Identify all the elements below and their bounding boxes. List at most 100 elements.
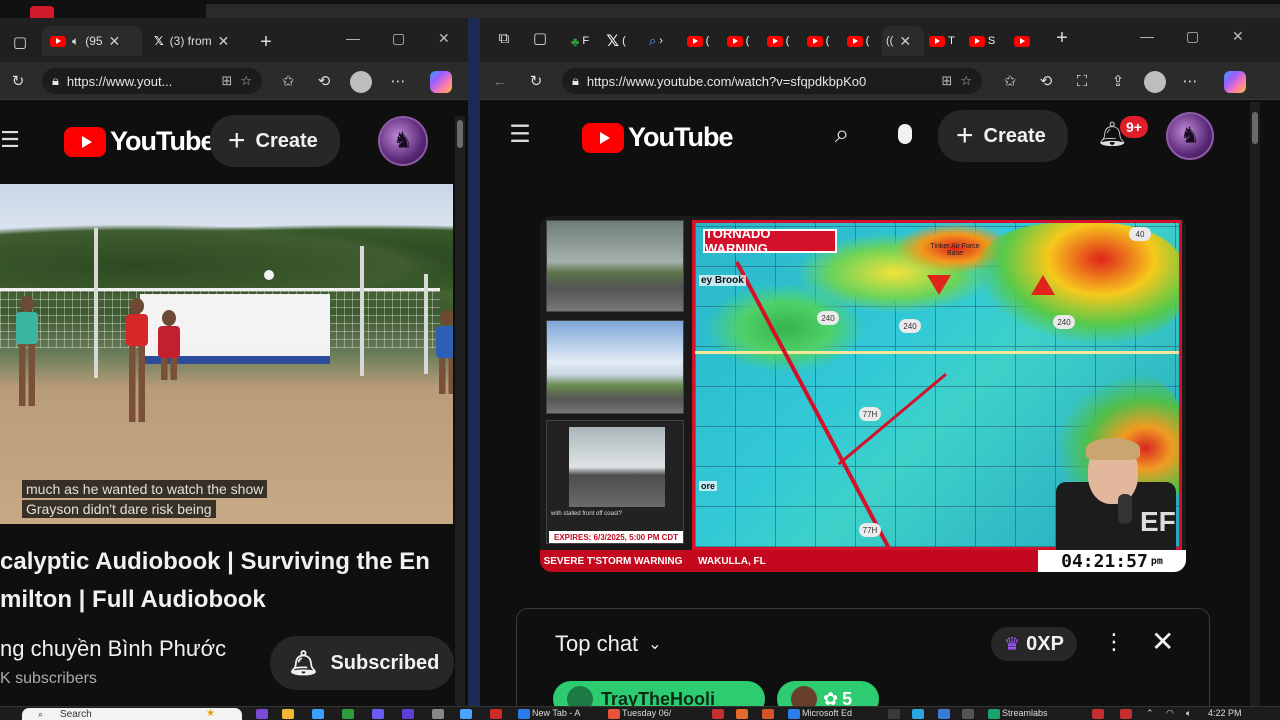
tab-x[interactable]: 𝕏 (3) from ✕	[146, 26, 246, 56]
tab-10[interactable]: T	[926, 26, 958, 56]
search-icon[interactable]: ⌕	[832, 118, 852, 148]
taskbar-item-microsoft-edge[interactable]: Microsoft Ed	[802, 708, 852, 718]
favorite-star-icon[interactable]: ☆	[960, 73, 972, 89]
left-scrollbar[interactable]	[455, 116, 465, 706]
refresh-icon[interactable]: ↻	[526, 71, 546, 91]
taskbar-app-icon[interactable]	[736, 709, 748, 719]
tab-11[interactable]: S	[966, 26, 998, 56]
close-tab-icon[interactable]: ✕	[218, 33, 230, 50]
taskbar-search-box[interactable]: ⌕ Search ★	[22, 708, 242, 720]
telegram-icon[interactable]	[912, 709, 924, 719]
edge-icon[interactable]	[788, 709, 800, 719]
tab-8[interactable]: (	[842, 26, 874, 56]
new-tab-button[interactable]: +	[1052, 27, 1072, 49]
refresh-icon[interactable]: ↻	[8, 71, 28, 91]
edge-icon[interactable]	[518, 709, 530, 719]
chat-member-chip[interactable]: ✿ 5	[777, 681, 879, 706]
account-avatar[interactable]	[378, 116, 428, 166]
taskbar-app-icon[interactable]	[888, 709, 900, 719]
app-grid-icon[interactable]: ⊞	[221, 73, 232, 89]
profile-icon[interactable]	[350, 71, 372, 93]
favorites-icon[interactable]: ✩	[1000, 71, 1020, 91]
new-tab-button[interactable]: +	[256, 31, 276, 53]
youtube-logo[interactable]: YouTube	[64, 126, 215, 157]
tab-12[interactable]	[1006, 26, 1038, 56]
right-scrollbar[interactable]	[1250, 102, 1260, 706]
more-menu-icon[interactable]: ⋯	[1180, 71, 1200, 91]
workspaces-icon[interactable]: ⧉	[494, 28, 514, 48]
taskbar-app-icon[interactable]	[608, 709, 620, 719]
tab-7[interactable]: (	[802, 26, 834, 56]
taskbar-app-icon[interactable]	[256, 709, 268, 719]
tab-3[interactable]: ⌕ ›	[640, 26, 672, 56]
create-button[interactable]: + Create	[938, 110, 1068, 162]
tab-actions-icon[interactable]: ▢	[10, 32, 30, 52]
profile-icon[interactable]	[1144, 71, 1166, 93]
favorites-icon[interactable]: ✩	[278, 71, 298, 91]
tab-active-stream[interactable]: ((✕	[882, 26, 924, 56]
taskbar-app-icon[interactable]	[402, 709, 414, 719]
maximize-button[interactable]: ▢	[392, 30, 405, 47]
tab-5[interactable]: (	[722, 26, 754, 56]
taskbar-clock[interactable]: 4:22 PM	[1208, 708, 1242, 718]
share-icon[interactable]: ⇪	[1108, 71, 1128, 91]
left-url-field[interactable]: 🔒︎ https://www.yout... ⊞ ☆	[42, 68, 262, 94]
history-icon[interactable]: ⟲	[1036, 71, 1056, 91]
tab-2[interactable]: 𝕏(	[600, 26, 632, 56]
top-chat-dropdown[interactable]: Top chat ⌄	[555, 631, 662, 657]
favorite-star-icon[interactable]: ☆	[240, 73, 252, 89]
hamburger-menu-icon[interactable]: ☰	[0, 127, 20, 152]
copilot-icon[interactable]	[430, 71, 452, 93]
taskbar-item-tuesday[interactable]: Tuesday 06/	[622, 708, 671, 718]
chat-more-icon[interactable]: ⋮	[1103, 629, 1125, 655]
youtube-logo[interactable]: YouTube	[582, 122, 733, 153]
close-tab-icon[interactable]: ✕	[899, 33, 911, 50]
streamlabs-icon[interactable]	[988, 709, 1000, 719]
scrollbar-thumb[interactable]	[1252, 112, 1258, 144]
taskbar-app-icon[interactable]	[938, 709, 950, 719]
close-chat-icon[interactable]: ✕	[1151, 625, 1174, 658]
taskbar-app-icon[interactable]	[342, 709, 354, 719]
subscribed-button[interactable]: 🔔︎ Subscribed	[270, 636, 454, 690]
xp-button[interactable]: ♛ 0XP	[991, 627, 1077, 661]
taskbar-app-icon[interactable]	[962, 709, 974, 719]
close-window-button[interactable]: ✕	[438, 30, 450, 47]
tray-icon[interactable]	[1120, 709, 1132, 719]
taskbar-app-icon[interactable]	[460, 709, 472, 719]
copilot-icon[interactable]	[1224, 71, 1246, 93]
taskbar-app-icon[interactable]	[372, 709, 384, 719]
app-grid-icon[interactable]: ⊞	[941, 73, 952, 89]
screenshot-icon[interactable]: ⛶	[1072, 71, 1092, 91]
taskbar-app-icon[interactable]	[490, 709, 502, 719]
more-menu-icon[interactable]: ⋯	[388, 71, 408, 91]
tray-icon[interactable]	[1092, 709, 1104, 719]
scrollbar-thumb[interactable]	[457, 120, 463, 148]
video-player[interactable]: much as he wanted to watch the show Gray…	[0, 184, 453, 524]
notification-bell-icon[interactable]: 🔔︎	[1097, 121, 1127, 148]
create-button[interactable]: + Create	[210, 115, 340, 167]
tab-youtube-audio[interactable]: 🔈︎ (95 ✕	[42, 26, 142, 56]
chat-leader-chip[interactable]: TrayTheHooli	[553, 681, 765, 706]
tab-6[interactable]: (	[762, 26, 794, 56]
taskbar-app-icon[interactable]	[312, 709, 324, 719]
tab-1[interactable]: ♣ F	[564, 26, 596, 56]
wifi-icon[interactable]: ◠	[1166, 708, 1174, 719]
live-stream-player[interactable]: with stalled front off coast? EXPIRES: 6…	[540, 216, 1186, 572]
speaker-icon[interactable]: 🔈︎	[72, 34, 79, 49]
taskbar-item-new-tab[interactable]: New Tab - A	[532, 708, 580, 718]
tray-expand-icon[interactable]: ⌃	[1146, 708, 1154, 719]
taskbar-app-icon[interactable]	[762, 709, 774, 719]
close-tab-icon[interactable]: ✕	[109, 33, 121, 50]
taskbar-app-icon[interactable]	[432, 709, 444, 719]
microphone-icon[interactable]	[898, 124, 912, 144]
channel-name[interactable]: ng chuyền Bình Phước	[0, 636, 226, 662]
folder-icon[interactable]	[282, 709, 294, 719]
minimize-button[interactable]: —	[346, 30, 360, 46]
minimize-button[interactable]: —	[1140, 28, 1154, 44]
close-window-button[interactable]: ✕	[1232, 28, 1244, 45]
taskbar-item-streamlabs[interactable]: Streamlabs	[1002, 708, 1048, 718]
volume-icon[interactable]: 🔈︎	[1186, 708, 1191, 719]
history-icon[interactable]: ⟲	[314, 71, 334, 91]
right-url-field[interactable]: 🔒︎ https://www.youtube.com/watch?v=sfqpd…	[562, 68, 982, 94]
maximize-button[interactable]: ▢	[1186, 28, 1199, 45]
